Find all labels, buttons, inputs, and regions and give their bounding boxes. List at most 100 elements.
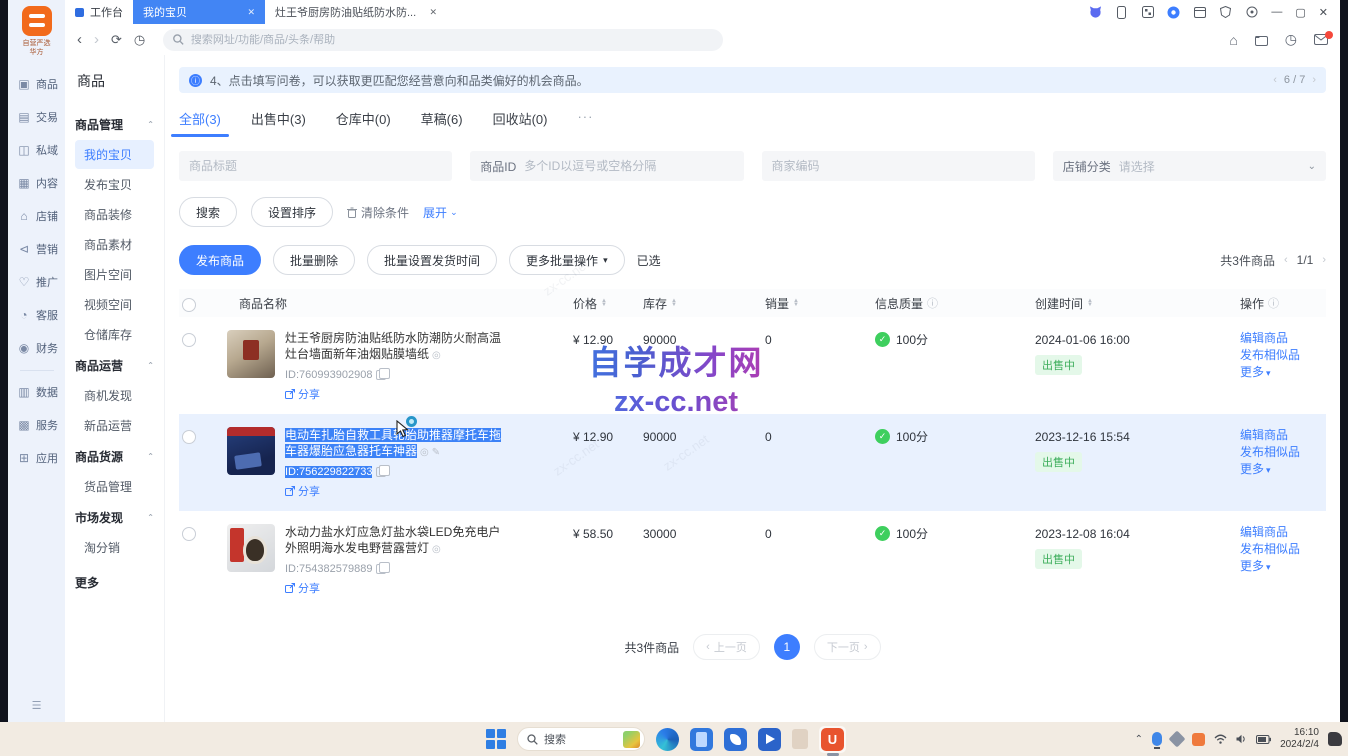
tab-recycle-bin[interactable]: 回收站(0) (493, 109, 548, 137)
sidebar-item-opportunity[interactable]: 商机发现 (75, 381, 154, 410)
tab-drafts[interactable]: 草稿(6) (421, 109, 463, 137)
app-store-icon[interactable] (724, 728, 747, 751)
more-batch-button[interactable]: 更多批量操作▾ (509, 245, 625, 275)
rail-menu-icon[interactable]: ☰ (32, 699, 42, 712)
sort-icon[interactable]: ▲▼ (671, 299, 677, 307)
merchant-code-input[interactable] (772, 159, 1025, 173)
publish-product-button[interactable]: 发布商品 (179, 245, 261, 275)
rail-item-data[interactable]: ▥数据 (8, 376, 65, 409)
edit-product-link[interactable]: 编辑商品 (1240, 330, 1326, 347)
copy-icon[interactable] (376, 564, 386, 574)
batch-delete-button[interactable]: 批量删除 (273, 245, 355, 275)
tab-on-sale[interactable]: 出售中(3) (251, 109, 306, 137)
omnibox-search[interactable] (163, 29, 723, 51)
row-checkbox[interactable] (182, 430, 196, 444)
share-link[interactable]: 分享 (285, 483, 507, 499)
share-link[interactable]: 分享 (285, 580, 507, 596)
wifi-icon[interactable] (1214, 734, 1227, 744)
media-player-icon[interactable] (758, 728, 781, 751)
product-title-input[interactable] (189, 159, 442, 173)
product-title[interactable]: 灶王爷厨房防油贴纸防水防潮防火耐高温灶台墙面新年油烟贴膜墙纸◎ (285, 330, 507, 364)
next-page-button[interactable]: 下一页› (814, 634, 881, 660)
rail-item-finance[interactable]: ◉财务 (8, 332, 65, 365)
tray-expand-icon[interactable]: ⌃ (1135, 734, 1143, 745)
weather-widget-icon[interactable] (623, 731, 640, 748)
prev-page-icon[interactable]: ‹ (1284, 254, 1288, 266)
sidebar-item-publish-product[interactable]: 发布宝贝 (75, 170, 154, 199)
chat-icon[interactable] (1167, 6, 1180, 19)
section-product-operation[interactable]: 商品运营 ⌃ (75, 350, 154, 380)
product-title[interactable]: 水动力盐水灯应急灯盐水袋LED免充电户外照明海水发电野营露营灯◎ (285, 524, 507, 558)
tab-in-warehouse[interactable]: 仓库中(0) (336, 109, 391, 137)
share-link[interactable]: 分享 (285, 386, 507, 402)
select-all-checkbox[interactable] (182, 298, 196, 312)
product-id-field[interactable]: 商品ID (470, 151, 743, 181)
tab-workbench[interactable]: 工作台 (65, 0, 133, 24)
search-button[interactable]: 搜索 (179, 197, 237, 227)
tab-more-icon[interactable]: ··· (577, 109, 593, 137)
prev-page-button[interactable]: ‹上一页 (693, 634, 760, 660)
start-button[interactable] (486, 729, 506, 749)
speaker-icon[interactable] (1236, 734, 1247, 744)
close-tab-icon[interactable]: ✕ (429, 7, 437, 18)
publish-similar-link[interactable]: 发布相似品 (1240, 444, 1326, 461)
history-icon[interactable]: ◷ (134, 33, 145, 46)
info-icon[interactable]: ⓘ (927, 295, 938, 311)
maximize-button[interactable]: ▢ (1295, 6, 1305, 19)
section-market-discovery[interactable]: 市场发现 ⌃ (75, 502, 154, 532)
phone-mode-icon[interactable] (1115, 6, 1128, 19)
copy-icon[interactable] (376, 370, 386, 380)
clear-conditions-link[interactable]: 清除条件 (347, 204, 409, 221)
store-logo[interactable] (22, 6, 52, 36)
close-button[interactable]: ✕ (1319, 6, 1328, 19)
window-layout-icon[interactable] (1193, 6, 1206, 19)
publish-similar-link[interactable]: 发布相似品 (1240, 541, 1326, 558)
rail-item-promotion[interactable]: ♡推广 (8, 266, 65, 299)
sidebar-item-image-space[interactable]: 图片空间 (75, 260, 154, 289)
product-title[interactable]: 电动车扎胎自救工具轮胎助推器摩托车拖车器爆胎应急器托车神器◎✎ (285, 427, 507, 461)
row-checkbox[interactable] (182, 333, 196, 347)
microphone-icon[interactable] (1152, 732, 1162, 746)
table-row[interactable]: 水动力盐水灯应急灯盐水袋LED免充电户外照明海水发电野营露营灯◎ ID:7543… (179, 511, 1326, 608)
rail-item-private-domain[interactable]: ◫私域 (8, 134, 65, 167)
rail-item-services[interactable]: ▩服务 (8, 409, 65, 442)
refresh-icon[interactable]: ⟳ (111, 33, 122, 46)
tab-all[interactable]: 全部(3) (179, 109, 221, 137)
omnibox-input[interactable] (191, 34, 713, 46)
qianniu-app-icon[interactable]: U (821, 728, 844, 751)
notice-banner[interactable]: ⓘ 4、点击填写问卷，可以获取更匹配您经营意向和品类偏好的机会商品。 ‹ 6 /… (179, 67, 1326, 93)
tray-orange-app-icon[interactable] (1192, 733, 1205, 746)
battery-icon[interactable] (1256, 735, 1271, 744)
more-actions-link[interactable]: 更多▾ (1240, 461, 1326, 479)
more-actions-link[interactable]: 更多▾ (1240, 558, 1326, 576)
edit-product-link[interactable]: 编辑商品 (1240, 524, 1326, 541)
qianniu-cat-icon[interactable] (1089, 6, 1102, 19)
row-checkbox[interactable] (182, 527, 196, 541)
info-icon[interactable]: ⓘ (1268, 295, 1279, 311)
sidebar-item-new-product-op[interactable]: 新品运营 (75, 411, 154, 440)
edit-product-link[interactable]: 编辑商品 (1240, 427, 1326, 444)
clock-icon[interactable]: ◷ (1285, 31, 1297, 48)
table-row[interactable]: 灶王爷厨房防油贴纸防水防潮防火耐高温灶台墙面新年油烟贴膜墙纸◎ ID:76099… (179, 317, 1326, 414)
product-id-input[interactable] (524, 159, 733, 173)
tab-product-page[interactable]: 灶王爷厨房防油贴纸防水防... ✕ (265, 0, 447, 24)
batch-ship-time-button[interactable]: 批量设置发货时间 (367, 245, 497, 275)
close-tab-icon[interactable]: ✕ (247, 7, 255, 18)
tray-app-icon[interactable] (1169, 731, 1186, 748)
sidebar-item-tao-distribution[interactable]: 淘分销 (75, 533, 154, 562)
shield-icon[interactable] (1219, 6, 1232, 19)
copy-icon[interactable] (376, 467, 386, 477)
set-sort-button[interactable]: 设置排序 (251, 197, 333, 227)
sidebar-item-product-material[interactable]: 商品素材 (75, 230, 154, 259)
page-1-button[interactable]: 1 (774, 634, 800, 660)
sidebar-item-my-products[interactable]: 我的宝贝 (75, 140, 154, 169)
sort-icon[interactable]: ▲▼ (1087, 299, 1093, 307)
sidebar-item-warehouse-stock[interactable]: 仓储库存 (75, 320, 154, 349)
product-thumbnail[interactable] (227, 427, 275, 475)
product-thumbnail[interactable] (227, 330, 275, 378)
back-icon[interactable]: ‹ (77, 32, 82, 47)
merchant-code-field[interactable] (762, 151, 1035, 181)
pinned-app-icon[interactable] (792, 729, 808, 749)
expand-link[interactable]: 展开 ⌄ (423, 204, 458, 221)
notification-center-icon[interactable] (1328, 732, 1342, 746)
